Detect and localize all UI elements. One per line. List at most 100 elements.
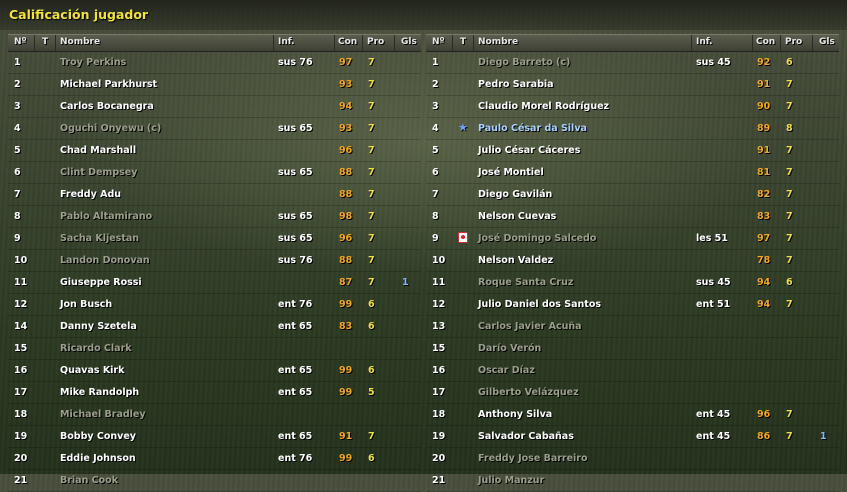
table-header: Nº T Nombre Inf. Con Pro Gls — [8, 34, 421, 52]
col-divider — [691, 35, 692, 51]
player-info: sus 65 — [278, 233, 313, 244]
player-rating: 6 — [368, 453, 375, 464]
player-row[interactable]: 16 Oscar Díaz — [426, 360, 839, 382]
player-row[interactable]: 7 Freddy Adu 88 7 — [8, 184, 421, 206]
player-rating: 6 — [786, 57, 793, 68]
player-number: 4 — [432, 123, 439, 134]
player-row[interactable]: 18 Michael Bradley — [8, 404, 421, 426]
player-name: Freddy Jose Barreiro — [478, 453, 588, 464]
player-row[interactable]: 4 Oguchi Onyewu (c) sus 65 93 7 — [8, 118, 421, 140]
col-divider — [34, 35, 35, 51]
col-con[interactable]: Con — [338, 37, 357, 47]
player-number: 18 — [14, 409, 28, 420]
player-row[interactable]: 1 Troy Perkins sus 76 97 7 — [8, 52, 421, 74]
player-row[interactable]: 7 Diego Gavilán 82 7 — [426, 184, 839, 206]
col-inf[interactable]: Inf. — [278, 37, 295, 47]
player-rating: 7 — [368, 255, 375, 266]
player-info: sus 45 — [696, 57, 731, 68]
player-row[interactable]: 8 Pablo Altamirano sus 65 98 7 — [8, 206, 421, 228]
player-row[interactable]: 15 Darío Verón — [426, 338, 839, 360]
player-name: Chad Marshall — [60, 145, 137, 156]
player-rating: 7 — [368, 57, 375, 68]
player-row[interactable]: 19 Bobby Convey ent 65 91 7 — [8, 426, 421, 448]
col-name[interactable]: Nombre — [60, 37, 100, 47]
player-row[interactable]: 8 Nelson Cuevas 83 7 — [426, 206, 839, 228]
player-row[interactable]: 13 Carlos Javier Acuña — [426, 316, 839, 338]
player-number: 10 — [14, 255, 28, 266]
player-condition: 96 — [339, 145, 353, 156]
player-condition: 91 — [757, 145, 771, 156]
col-num[interactable]: Nº — [432, 37, 445, 47]
player-row[interactable]: 2 Michael Parkhurst 93 7 — [8, 74, 421, 96]
player-row[interactable]: 15 Ricardo Clark — [8, 338, 421, 360]
col-t[interactable]: T — [460, 37, 466, 47]
col-pro[interactable]: Pro — [367, 37, 384, 47]
player-number: 5 — [432, 145, 439, 156]
home-team-panel: Nº T Nombre Inf. Con Pro Gls 1 Troy Perki… — [8, 34, 421, 492]
player-row[interactable]: 4 Paulo César da Silva 89 8 ★ — [426, 118, 839, 140]
player-row[interactable]: 5 Julio César Cáceres 91 7 — [426, 140, 839, 162]
player-number: 17 — [14, 387, 28, 398]
col-name[interactable]: Nombre — [478, 37, 518, 47]
title-bar: Calificación jugador — [0, 0, 847, 30]
player-row[interactable]: 2 Pedro Sarabia 91 7 — [426, 74, 839, 96]
player-row[interactable]: 21 Julio Manzur — [426, 470, 839, 492]
player-row[interactable]: 16 Quavas Kirk ent 65 99 6 — [8, 360, 421, 382]
player-row[interactable]: 20 Eddie Johnson ent 76 99 6 — [8, 448, 421, 470]
col-num[interactable]: Nº — [14, 37, 27, 47]
player-rating: 7 — [368, 431, 375, 442]
player-condition: 88 — [339, 167, 353, 178]
player-name: Carlos Javier Acuña — [478, 321, 582, 332]
col-t[interactable]: T — [42, 37, 48, 47]
player-rating: 7 — [786, 255, 793, 266]
col-divider — [394, 35, 395, 51]
player-number: 15 — [432, 343, 446, 354]
player-name: Nelson Valdez — [478, 255, 554, 266]
player-row[interactable]: 10 Landon Donovan sus 76 88 7 — [8, 250, 421, 272]
player-row[interactable]: 5 Chad Marshall 96 7 — [8, 140, 421, 162]
player-name: Quavas Kirk — [60, 365, 125, 376]
player-name: Salvador Cabañas — [478, 431, 574, 442]
player-number: 7 — [432, 189, 439, 200]
player-row[interactable]: 12 Jon Busch ent 76 99 6 — [8, 294, 421, 316]
player-rating: 6 — [368, 365, 375, 376]
player-row[interactable]: 17 Mike Randolph ent 65 99 5 — [8, 382, 421, 404]
col-gls[interactable]: Gls — [401, 37, 417, 47]
player-row[interactable]: 3 Carlos Bocanegra 94 7 — [8, 96, 421, 118]
player-row[interactable]: 9 José Domingo Salcedo les 51 97 7 — [426, 228, 839, 250]
player-rating: 7 — [368, 79, 375, 90]
col-divider — [812, 35, 813, 51]
player-rating: 7 — [368, 211, 375, 222]
player-row[interactable]: 21 Brian Cook — [8, 470, 421, 492]
player-condition: 99 — [339, 299, 353, 310]
player-name: Brian Cook — [60, 475, 119, 486]
col-divider — [273, 35, 274, 51]
player-row[interactable]: 20 Freddy Jose Barreiro — [426, 448, 839, 470]
player-condition: 93 — [339, 123, 353, 134]
player-number: 11 — [14, 277, 28, 288]
col-pro[interactable]: Pro — [785, 37, 802, 47]
player-name: Paulo César da Silva — [478, 123, 587, 134]
player-row[interactable]: 14 Danny Szetela ent 65 83 6 — [8, 316, 421, 338]
player-name: Oscar Díaz — [478, 365, 535, 376]
player-row[interactable]: 3 Claudio Morel Rodríguez 90 7 — [426, 96, 839, 118]
player-row[interactable]: 10 Nelson Valdez 78 7 — [426, 250, 839, 272]
col-con[interactable]: Con — [756, 37, 775, 47]
player-row[interactable]: 12 Julio Daniel dos Santos ent 51 94 7 — [426, 294, 839, 316]
player-row[interactable]: 9 Sacha Kljestan sus 65 96 7 — [8, 228, 421, 250]
col-gls[interactable]: Gls — [819, 37, 835, 47]
player-row[interactable]: 11 Giuseppe Rossi 87 7 1 — [8, 272, 421, 294]
player-row[interactable]: 19 Salvador Cabañas ent 45 86 7 1 — [426, 426, 839, 448]
player-row[interactable]: 11 Roque Santa Cruz sus 45 94 6 — [426, 272, 839, 294]
player-number: 20 — [432, 453, 446, 464]
player-row[interactable]: 18 Anthony Silva ent 45 96 7 — [426, 404, 839, 426]
player-number: 19 — [432, 431, 446, 442]
player-row[interactable]: 17 Gilberto Velázquez — [426, 382, 839, 404]
player-row[interactable]: 6 Clint Dempsey sus 65 88 7 — [8, 162, 421, 184]
player-rating: 7 — [368, 167, 375, 178]
player-row[interactable]: 6 José Montiel 81 7 — [426, 162, 839, 184]
player-row[interactable]: 1 Diego Barreto (c) sus 45 92 6 — [426, 52, 839, 74]
player-condition: 93 — [339, 79, 353, 90]
player-condition: 88 — [339, 189, 353, 200]
col-inf[interactable]: Inf. — [696, 37, 713, 47]
